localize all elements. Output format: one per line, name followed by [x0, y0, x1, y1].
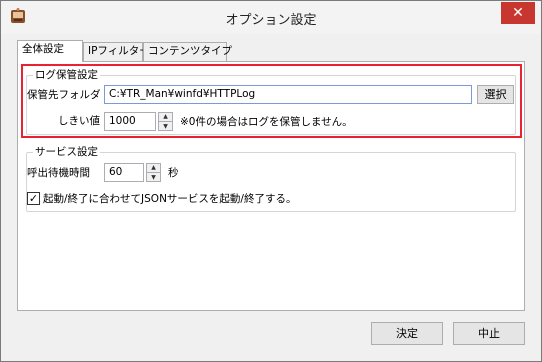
close-button[interactable]: ✕ [501, 2, 535, 24]
wait-time-unit: 秒 [168, 167, 179, 179]
wait-time-label: 呼出待機時間 [27, 167, 90, 179]
options-dialog: オプション設定 ✕ 全体設定 IPフィルター コンテンツタイプ ログ保管設定 保… [0, 0, 542, 362]
close-icon: ✕ [512, 5, 524, 21]
tab-general-label: 全体設定 [22, 43, 64, 55]
tab-content-type-label: コンテンツタイプ [148, 45, 232, 57]
service-settings-legend: サービス設定 [33, 145, 100, 159]
cancel-button[interactable]: 中止 [453, 322, 525, 345]
wait-time-input[interactable]: 60 [104, 163, 144, 182]
highlight-box [21, 64, 522, 138]
title-bar[interactable]: オプション設定 ✕ [1, 1, 541, 34]
spin-up-icon[interactable]: ▲ [147, 164, 160, 173]
tab-general[interactable]: 全体設定 [17, 40, 83, 62]
cancel-button-label: 中止 [478, 327, 500, 340]
tab-ip-filter[interactable]: IPフィルター [83, 42, 150, 61]
json-service-checkbox[interactable]: ✓ [27, 192, 40, 205]
json-service-label[interactable]: 起動/終了に合わせてJSONサービスを起動/終了する。 [43, 192, 296, 206]
spin-down-icon[interactable]: ▼ [147, 173, 160, 182]
ok-button[interactable]: 決定 [371, 322, 443, 345]
window-title: オプション設定 [225, 13, 317, 28]
tab-ip-filter-label: IPフィルター [88, 45, 150, 57]
wait-time-spinner[interactable]: ▲ ▼ [146, 163, 161, 182]
checkmark-icon: ✓ [28, 192, 39, 205]
ok-button-label: 決定 [396, 327, 418, 340]
tab-content-type[interactable]: コンテンツタイプ [143, 42, 232, 61]
